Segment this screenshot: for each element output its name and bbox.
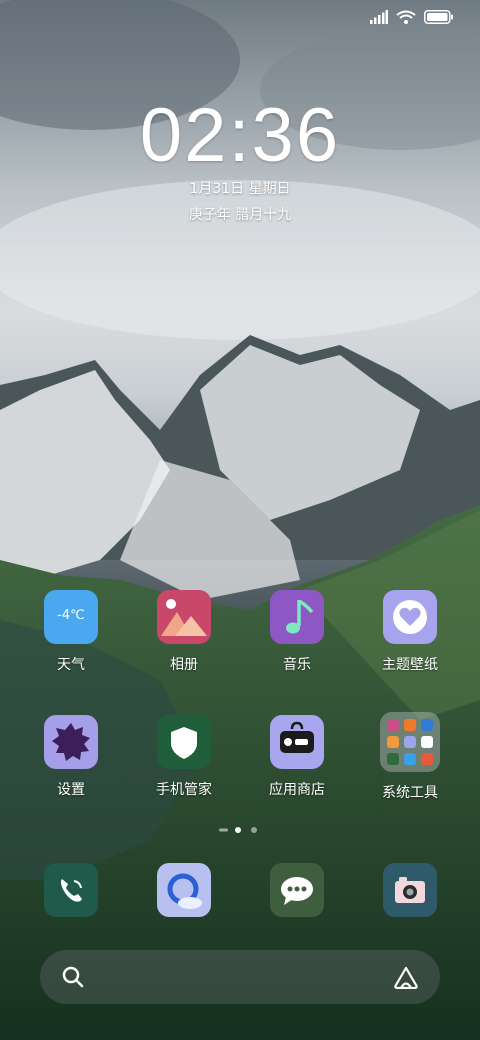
app-label: 主题壁纸 (382, 657, 438, 673)
app-label: 相册 (170, 657, 198, 673)
signal-icon (370, 10, 388, 24)
app-label: 天气 (57, 657, 85, 673)
app-label: 音乐 (283, 657, 311, 673)
app-label: 手机管家 (156, 782, 212, 798)
assistant-icon[interactable] (392, 965, 420, 989)
camera-icon (383, 863, 437, 917)
app-store[interactable]: 应用商店 (247, 715, 347, 799)
dock-camera[interactable] (360, 863, 460, 917)
search-icon[interactable] (61, 965, 85, 989)
clock-date: 1月31日 星期日 (189, 181, 291, 197)
search-bar[interactable] (40, 950, 440, 1004)
status-bar (370, 10, 454, 24)
page-indicator[interactable] (219, 826, 261, 834)
browser-icon (157, 863, 211, 917)
app-label: 应用商店 (269, 782, 325, 798)
dock-browser[interactable] (134, 863, 234, 917)
app-weather[interactable]: -4℃ 天气 (21, 590, 121, 674)
weather-temp-badge: -4℃ (57, 608, 85, 623)
theme-icon (383, 590, 437, 644)
lunar-date: 庚子年 腊月十九 (188, 207, 292, 223)
app-music[interactable]: 音乐 (247, 590, 347, 674)
wifi-icon (396, 10, 416, 24)
weather-icon: -4℃ (44, 590, 98, 644)
settings-icon (44, 715, 98, 769)
folder-system-tools[interactable]: 系统工具 (360, 712, 460, 802)
battery-icon (424, 10, 453, 24)
app-themes[interactable]: 主题壁纸 (360, 590, 460, 674)
home-screen: 02:36 1月31日 星期日 庚子年 腊月十九 -4℃ 天气 相册 音乐 主题… (0, 0, 480, 1040)
app-label: 设置 (57, 782, 85, 798)
folder-icon (380, 712, 440, 772)
app-security[interactable]: 手机管家 (134, 715, 234, 799)
app-settings[interactable]: 设置 (21, 715, 121, 799)
music-icon (270, 590, 324, 644)
app-label: 系统工具 (382, 785, 438, 801)
dock-phone[interactable] (21, 863, 121, 917)
gallery-icon (157, 590, 211, 644)
phone-icon (44, 863, 98, 917)
clock-time[interactable]: 02:36 (0, 92, 480, 179)
page-dot-current[interactable] (235, 827, 241, 833)
app-gallery[interactable]: 相册 (134, 590, 234, 674)
page-dot-home[interactable] (219, 828, 228, 832)
security-icon (157, 715, 211, 769)
dock-messages[interactable] (247, 863, 347, 917)
store-icon (270, 715, 324, 769)
messages-icon (270, 863, 324, 917)
page-dot[interactable] (251, 827, 257, 833)
